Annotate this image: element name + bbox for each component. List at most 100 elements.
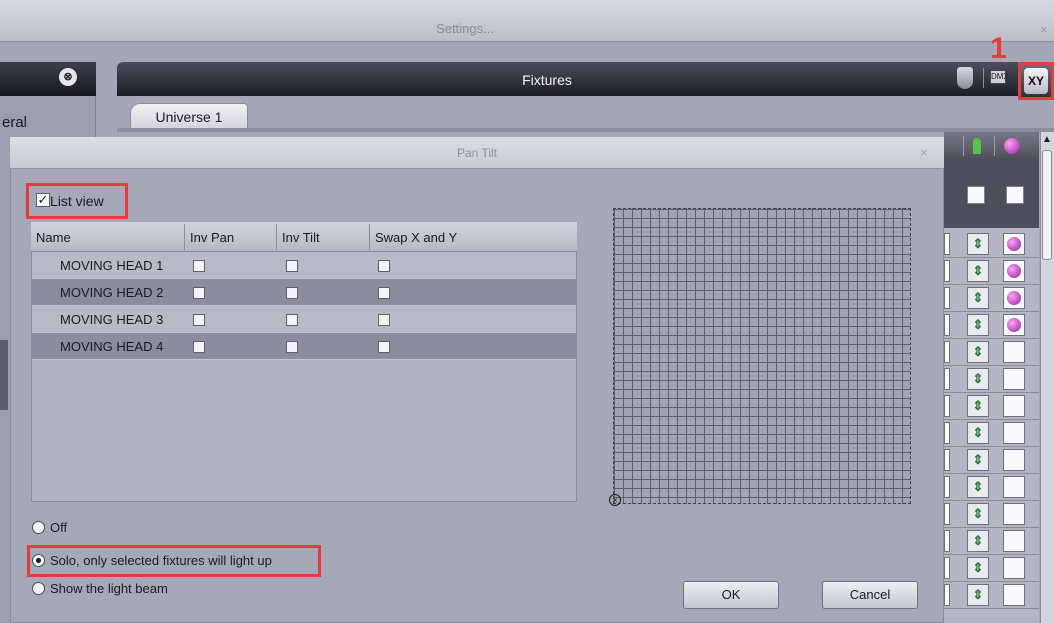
column-header-swap-xy[interactable]: Swap X and Y [375, 230, 457, 245]
color-cell[interactable] [1003, 233, 1025, 255]
inv-tilt-checkbox[interactable] [286, 260, 298, 272]
column-header-name[interactable]: Name [36, 230, 71, 245]
left-panel-header [0, 62, 96, 96]
fixture-name: MOVING HEAD 4 [60, 339, 164, 354]
fixture-toggle-icon[interactable]: ⇕ [967, 503, 989, 525]
fixture-toggle-icon[interactable]: ⇕ [967, 314, 989, 336]
inv-pan-checkbox[interactable] [193, 287, 205, 299]
dmx-icon[interactable]: DMX [990, 70, 1009, 84]
sidebar-item-general[interactable]: eral [2, 114, 27, 131]
column-divider [369, 224, 370, 250]
fixture-toggle-icon[interactable]: ⇕ [967, 476, 989, 498]
crosshair-icon[interactable]: × [609, 494, 621, 506]
fixtures-title: Fixtures [522, 72, 572, 88]
grid-cell[interactable] [944, 233, 950, 255]
pan-tilt-title: Pan Tilt [456, 146, 498, 160]
tab-universe-1[interactable]: Universe 1 [130, 103, 248, 129]
fixture-name: MOVING HEAD 1 [60, 258, 164, 273]
grid-cell[interactable] [944, 341, 950, 363]
grid-cell[interactable] [944, 476, 950, 498]
left-scrollbar[interactable] [0, 340, 8, 410]
ok-button[interactable]: OK [683, 581, 779, 609]
swap-xy-checkbox[interactable] [378, 287, 390, 299]
color-cell[interactable] [1003, 584, 1025, 606]
radio-off-label[interactable]: Off [50, 520, 67, 535]
color-cell[interactable] [1003, 449, 1025, 471]
inv-tilt-checkbox[interactable] [286, 341, 298, 353]
swap-xy-checkbox[interactable] [378, 314, 390, 326]
collapse-up-icon[interactable]: ⊗ [59, 68, 77, 86]
grid-cell[interactable] [944, 584, 950, 606]
inv-pan-checkbox[interactable] [193, 341, 205, 353]
scroll-up-arrow-icon[interactable]: ▲ [1040, 132, 1054, 148]
fixture-toggle-icon[interactable]: ⇕ [967, 368, 989, 390]
color-cell[interactable] [1003, 341, 1025, 363]
list-view-checkbox[interactable]: ✓ [36, 193, 50, 207]
color-cell[interactable] [1003, 422, 1025, 444]
fixture-toggle-icon[interactable]: ⇕ [967, 449, 989, 471]
grid-cell[interactable] [944, 449, 950, 471]
fixture-toggle-icon[interactable]: ⇕ [967, 260, 989, 282]
fixture-toggle-icon[interactable]: ⇕ [967, 422, 989, 444]
swap-xy-checkbox[interactable] [378, 341, 390, 353]
color-cell[interactable] [1003, 314, 1025, 336]
radio-off[interactable] [32, 521, 45, 534]
color-cell[interactable] [1003, 287, 1025, 309]
scrollbar-thumb[interactable] [1042, 150, 1052, 260]
color-cell[interactable] [1003, 368, 1025, 390]
grid-cell[interactable] [944, 314, 950, 336]
annotation-number: 1 [990, 32, 1007, 65]
purple-color-icon [1007, 291, 1021, 305]
column-header-inv-tilt[interactable]: Inv Tilt [282, 230, 320, 245]
radio-solo-label[interactable]: Solo, only selected fixtures will light … [50, 553, 272, 568]
header-checkbox[interactable] [967, 186, 985, 204]
tab-strip [117, 128, 1054, 132]
color-cell[interactable] [1003, 557, 1025, 579]
inv-pan-checkbox[interactable] [193, 260, 205, 272]
fixture-toggle-icon[interactable]: ⇕ [967, 341, 989, 363]
fixture-toggle-icon[interactable]: ⇕ [967, 557, 989, 579]
grid-cell[interactable] [944, 395, 950, 417]
fixture-name: MOVING HEAD 2 [60, 285, 164, 300]
pan-tilt-grid[interactable] [613, 208, 911, 504]
fixture-toggle-icon[interactable]: ⇕ [967, 395, 989, 417]
color-cell[interactable] [1003, 476, 1025, 498]
green-fixture-icon [973, 138, 981, 154]
grid-cell[interactable] [944, 287, 950, 309]
radio-solo[interactable] [32, 554, 45, 567]
radio-show-beam[interactable] [32, 582, 45, 595]
fixture-toggle-icon[interactable]: ⇕ [967, 233, 989, 255]
column-header-inv-pan[interactable]: Inv Pan [190, 230, 234, 245]
light-fixture-icon[interactable] [957, 67, 973, 89]
purple-color-icon [1007, 264, 1021, 278]
grid-cell[interactable] [944, 557, 950, 579]
cancel-button[interactable]: Cancel [822, 581, 918, 609]
grid-cell[interactable] [944, 530, 950, 552]
purple-color-icon [1004, 138, 1020, 154]
radio-show-beam-label[interactable]: Show the light beam [50, 581, 168, 596]
list-view-label[interactable]: List view [50, 193, 104, 209]
inv-tilt-checkbox[interactable] [286, 314, 298, 326]
xy-icon[interactable]: XY [1024, 68, 1048, 94]
grid-cell[interactable] [944, 368, 950, 390]
fixture-toggle-icon[interactable]: ⇕ [967, 584, 989, 606]
settings-title: Settings... [436, 21, 494, 36]
header-checkbox[interactable] [1006, 186, 1024, 204]
fixture-toggle-icon[interactable]: ⇕ [967, 530, 989, 552]
color-cell[interactable] [1003, 530, 1025, 552]
purple-color-icon [1007, 237, 1021, 251]
inv-pan-checkbox[interactable] [193, 314, 205, 326]
close-icon[interactable]: × [920, 145, 928, 160]
grid-cell[interactable] [944, 260, 950, 282]
column-divider [184, 224, 185, 250]
inv-tilt-checkbox[interactable] [286, 287, 298, 299]
swap-xy-checkbox[interactable] [378, 260, 390, 272]
fixture-toggle-icon[interactable]: ⇕ [967, 287, 989, 309]
color-cell[interactable] [1003, 503, 1025, 525]
header-divider [983, 68, 984, 88]
settings-close-icon[interactable]: × [1040, 22, 1048, 37]
grid-cell[interactable] [944, 503, 950, 525]
color-cell[interactable] [1003, 395, 1025, 417]
grid-cell[interactable] [944, 422, 950, 444]
color-cell[interactable] [1003, 260, 1025, 282]
